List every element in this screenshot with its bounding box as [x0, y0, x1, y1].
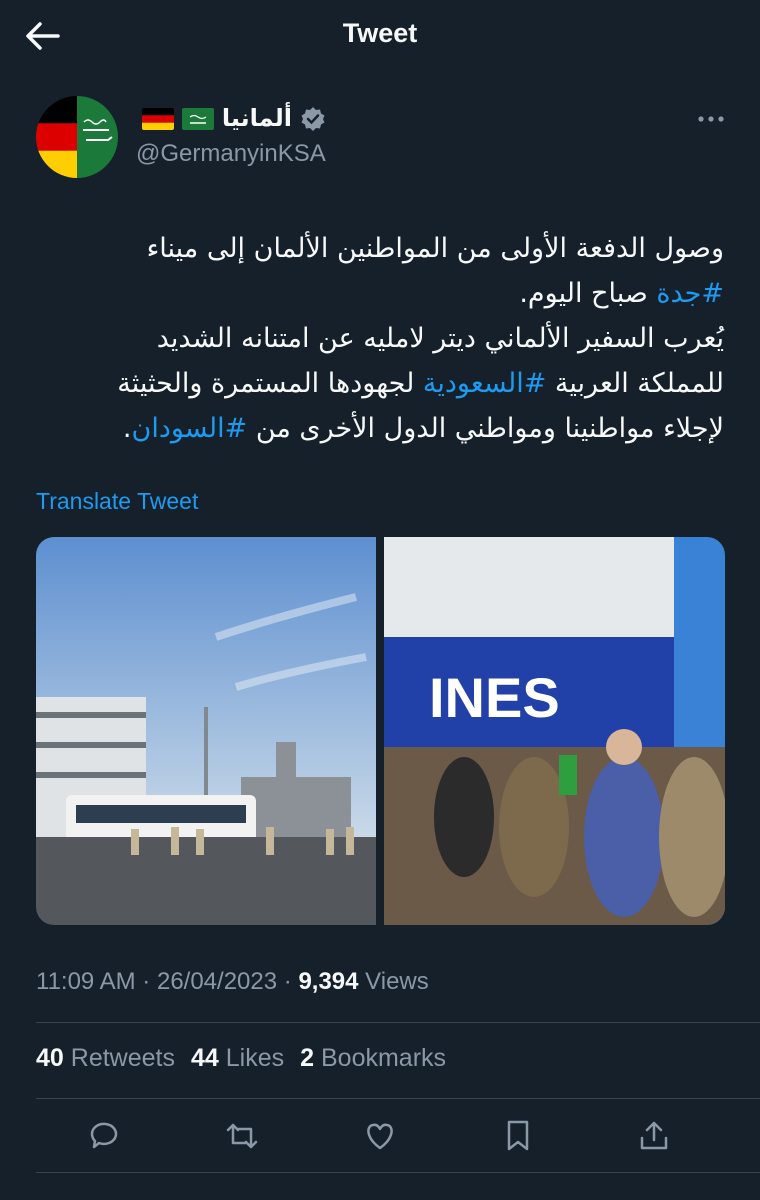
tweet-line: يُعرب السفير الألماني ديتر لامليه عن امت… — [34, 316, 724, 361]
tweet-text-segment: صباح اليوم. — [519, 278, 657, 309]
translate-tweet-link[interactable]: Translate Tweet — [36, 488, 198, 515]
tweet-text-segment: يُعرب السفير الألماني ديتر لامليه عن امت… — [156, 323, 724, 354]
tweet-line: وصول الدفعة الأولى من المواطنين الألمان … — [34, 226, 724, 271]
reply-icon[interactable] — [86, 1118, 122, 1154]
tweet-time: 11:09 AM — [36, 968, 136, 995]
divider — [36, 1098, 760, 1099]
tweet-line: لإجلاء مواطنينا ومواطني الدول الأخرى من … — [34, 406, 724, 451]
tweet-text-segment: للمملكة العربية — [546, 368, 724, 399]
divider — [36, 1172, 760, 1173]
author-display-name[interactable]: ألمانيا — [222, 104, 292, 133]
author-name-row: ألمانيا — [141, 104, 326, 133]
bookmarks-count: 2 — [300, 1044, 315, 1072]
retweets-count: 40 — [36, 1044, 64, 1072]
bookmark-icon[interactable] — [500, 1118, 536, 1154]
hashtag-link[interactable]: #السعودية — [423, 368, 546, 399]
likes-stat[interactable]: 44 Likes — [191, 1044, 284, 1073]
bookmarks-stat[interactable]: 2 Bookmarks — [300, 1044, 446, 1073]
tweet-date: 26/04/2023 — [156, 968, 278, 995]
tweet-text-segment: . — [122, 413, 132, 444]
author-handle[interactable]: @GermanyinKSA — [136, 140, 326, 168]
ship-evacuees-photo[interactable]: INES — [384, 537, 725, 925]
saudi-arabia-flag-icon — [181, 107, 214, 130]
like-icon[interactable] — [362, 1118, 398, 1154]
tweet-text: وصول الدفعة الأولى من المواطنين الألمان … — [34, 226, 724, 451]
hashtag-link[interactable]: #السودان — [132, 413, 248, 444]
share-icon[interactable] — [636, 1118, 672, 1154]
verified-badge-icon — [301, 106, 325, 131]
bookmarks-label: Bookmarks — [320, 1044, 447, 1072]
tweet-text-segment: لإجلاء مواطنينا ومواطني الدول الأخرى من — [247, 413, 724, 444]
top-bar: Tweet — [0, 0, 760, 72]
hashtag-link[interactable]: #جدة — [656, 278, 724, 309]
ship-lettering: INES — [429, 666, 560, 729]
engagement-stats: 40 Retweets 44 Likes 2 Bookmarks — [36, 1044, 446, 1073]
avatar[interactable] — [36, 96, 118, 178]
tweet-line: للمملكة العربية #السعودية لجهودها المستم… — [34, 361, 724, 406]
tweet-meta: 11:09 AM · 26/04/2023 · 9,394 Views — [36, 968, 429, 996]
port-bus-photo[interactable] — [36, 537, 376, 925]
retweet-icon[interactable] — [224, 1118, 260, 1154]
tweet-line: #جدة صباح اليوم. — [34, 271, 724, 316]
views-label: Views — [365, 968, 429, 995]
tweet-text-segment: وصول الدفعة الأولى من المواطنين الألمان … — [146, 233, 724, 264]
page-title: Tweet — [342, 18, 418, 48]
retweets-label: Retweets — [70, 1044, 175, 1072]
action-bar — [0, 1106, 760, 1166]
tweet-text-segment: لجهودها المستمرة والحثيثة — [117, 368, 423, 399]
views-count[interactable]: 9,394 — [298, 968, 358, 995]
more-options-icon[interactable] — [694, 104, 728, 134]
retweets-stat[interactable]: 40 Retweets — [36, 1044, 175, 1073]
meta-separator: · — [283, 968, 292, 995]
divider — [36, 1022, 760, 1023]
meta-separator: · — [142, 968, 151, 995]
likes-label: Likes — [225, 1044, 285, 1072]
germany-flag-icon — [141, 107, 174, 130]
media-grid: INES — [36, 537, 725, 925]
likes-count: 44 — [190, 1044, 219, 1072]
